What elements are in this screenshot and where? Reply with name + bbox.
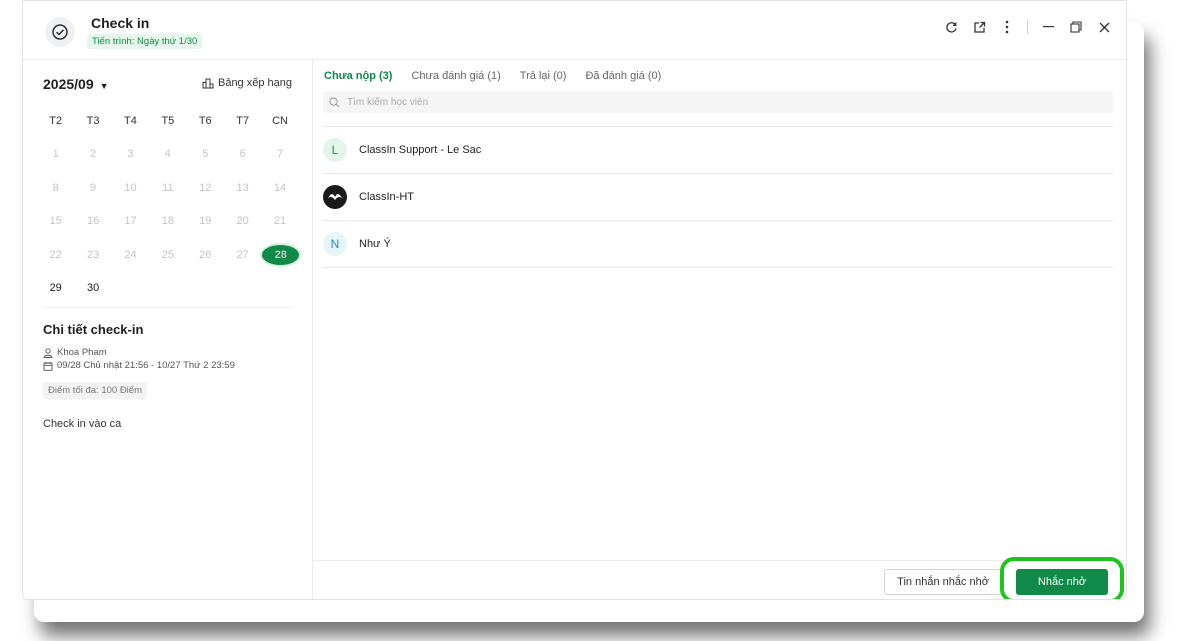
calendar-day[interactable]: 1 — [37, 148, 74, 160]
calendar-day[interactable]: 8 — [37, 182, 74, 194]
weekday-label: T2 — [49, 114, 63, 127]
calendar-week: 29 30 — [37, 272, 299, 306]
ranking-label: Bảng xếp hạng — [217, 77, 292, 89]
tab-3[interactable]: Đã đánh giá (0) — [585, 70, 661, 82]
calendar-day[interactable]: 24 — [112, 249, 149, 261]
calendar-week: 8 9 10 11 12 13 14 — [37, 171, 299, 205]
calendar-day[interactable]: 23 — [74, 249, 111, 261]
calendar-week: 15 16 17 18 19 20 21 — [37, 205, 299, 239]
calendar-week: 1234567 — [37, 138, 299, 172]
student-name: Như Ý — [359, 238, 391, 250]
search-input[interactable] — [345, 95, 1049, 109]
popout-icon[interactable] — [971, 19, 987, 35]
ranking-button[interactable]: Bảng xếp hạng — [202, 77, 292, 89]
tab-1[interactable]: Chưa đánh giá (1) — [411, 70, 500, 82]
calendar-day[interactable]: 3 — [112, 148, 149, 160]
detail-title: Chi tiết check-in — [43, 322, 144, 337]
remind-button[interactable]: Nhắc nhở — [1016, 569, 1108, 595]
tab-2[interactable]: Trả lại (0) — [520, 70, 567, 82]
podium-icon — [202, 78, 214, 88]
student-list: L ClassIn Support - Le Sac ClassIn-HT N Như … — [323, 126, 1113, 268]
period-info: 09/28 Chủ nhật 21:56 - 10/27 Thứ 2 23:59 — [43, 360, 235, 371]
reminder-message-button[interactable]: Tin nhắn nhắc nhở — [884, 569, 1002, 595]
window-controls — [943, 19, 1112, 35]
chevron-down-icon: ▼ — [99, 81, 109, 91]
checkin-description: Check in vào ca — [43, 418, 122, 430]
weekday-header: T2 T3 T4 T5 T6 T7 CN — [37, 104, 299, 138]
avatar: L — [323, 138, 347, 162]
calendar-day[interactable]: 11 — [149, 182, 186, 194]
calendar-day[interactable]: 10 — [112, 182, 149, 194]
tab-0[interactable]: Chưa nộp (3) — [324, 70, 392, 82]
restore-icon[interactable] — [1068, 19, 1084, 35]
calendar-day[interactable]: 14 — [261, 182, 298, 194]
divider — [43, 307, 293, 308]
calendar-day[interactable]: 7 — [261, 148, 298, 160]
refresh-icon[interactable] — [943, 19, 959, 35]
student-name: ClassIn Support - Le Sac — [359, 144, 482, 156]
student-row[interactable]: ClassIn-HT — [323, 174, 1113, 221]
teacher-name: Khoa Pham — [57, 347, 107, 358]
more-icon[interactable] — [999, 19, 1015, 35]
status-tabs: Chưa nộp (3) Chưa đánh giá (1) Trả lại (0)… — [324, 70, 661, 82]
calendar-day[interactable]: 6 — [224, 148, 261, 160]
calendar-day[interactable]: 21 — [261, 215, 298, 227]
calendar-day[interactable]: 26 — [187, 249, 224, 261]
progress-badge: Tiến trình: Ngày thứ 1/30 — [87, 34, 203, 49]
search-box[interactable] — [323, 91, 1113, 113]
controls-separator — [1027, 20, 1028, 34]
calendar-day[interactable]: 16 — [74, 215, 111, 227]
student-name: ClassIn-HT — [359, 191, 415, 203]
calendar-day[interactable]: 4 — [149, 148, 186, 160]
calendar-day[interactable]: 12 — [187, 182, 224, 194]
calendar-day[interactable]: 2 — [74, 148, 111, 160]
weekday-label: T3 — [86, 114, 100, 127]
calendar-day[interactable]: 20 — [224, 215, 261, 227]
weekday-label: T5 — [161, 114, 175, 127]
submission-panel: Chưa nộp (3) Chưa đánh giá (1) Trả lại (0)… — [313, 60, 1126, 599]
weekday-label: T6 — [198, 114, 212, 127]
student-row[interactable]: L ClassIn Support - Le Sac — [323, 126, 1113, 174]
window-header: Check in Tiến trình: Ngày thứ 1/30 — [23, 1, 1126, 60]
footer-bar: Tin nhắn nhắc nhở Nhắc nhở — [313, 557, 1126, 599]
calendar-day[interactable]: 29 — [37, 282, 74, 294]
weekday-label: T7 — [236, 114, 250, 127]
teacher-info: Khoa Pham — [43, 347, 107, 358]
user-icon — [43, 347, 53, 358]
avatar: N — [323, 232, 347, 256]
calendar-day-today[interactable]: 28 — [261, 244, 300, 265]
calendar-day[interactable]: 22 — [37, 249, 74, 261]
calendar-day[interactable]: 9 — [74, 182, 111, 194]
calendar-day[interactable]: 5 — [187, 148, 224, 160]
month-label: 2025/09 — [43, 76, 94, 92]
month-selector[interactable]: 2025/09 ▼ — [43, 76, 109, 92]
calendar-day[interactable]: 13 — [224, 182, 261, 194]
checkin-app-icon — [45, 17, 75, 47]
max-score-badge: Điểm tối đa: 100 Điểm — [43, 382, 147, 399]
calendar-day[interactable]: 17 — [112, 215, 149, 227]
search-icon — [329, 97, 340, 107]
calendar-day[interactable]: 15 — [37, 215, 74, 227]
calendar-week: 22 23 24 25 26 27 28 — [37, 238, 300, 272]
bird-logo-icon — [323, 185, 347, 209]
calendar-day[interactable]: 19 — [187, 215, 224, 227]
today-marker: 28 — [262, 244, 300, 265]
checkin-window: Check in Tiến trình: Ngày thứ 1/30 2025/… — [22, 0, 1127, 600]
close-icon[interactable] — [1096, 19, 1112, 35]
weekday-label: CN — [272, 114, 288, 127]
calendar-day[interactable]: 30 — [74, 282, 111, 294]
period-text: 09/28 Chủ nhật 21:56 - 10/27 Thứ 2 23:59 — [57, 360, 235, 371]
window-title: Check in — [91, 15, 150, 31]
calendar-day[interactable]: 18 — [149, 215, 186, 227]
calendar-day[interactable]: 25 — [149, 249, 186, 261]
calendar-icon — [43, 361, 53, 371]
calendar-day[interactable]: 27 — [224, 249, 261, 261]
student-row[interactable]: N Như Ý — [323, 221, 1113, 268]
weekday-label: T4 — [124, 114, 137, 127]
minimize-icon[interactable] — [1040, 19, 1056, 35]
calendar-panel: 2025/09 ▼ Bảng xếp hạng T2 T3 T4 T5 T6 T7 CN 12… — [23, 60, 313, 599]
calendar-grid: T2 T3 T4 T5 T6 T7 CN 1 2 3 4 5 6 7 8 9 10 11 12 13 14 15 16 17… — [37, 104, 300, 306]
